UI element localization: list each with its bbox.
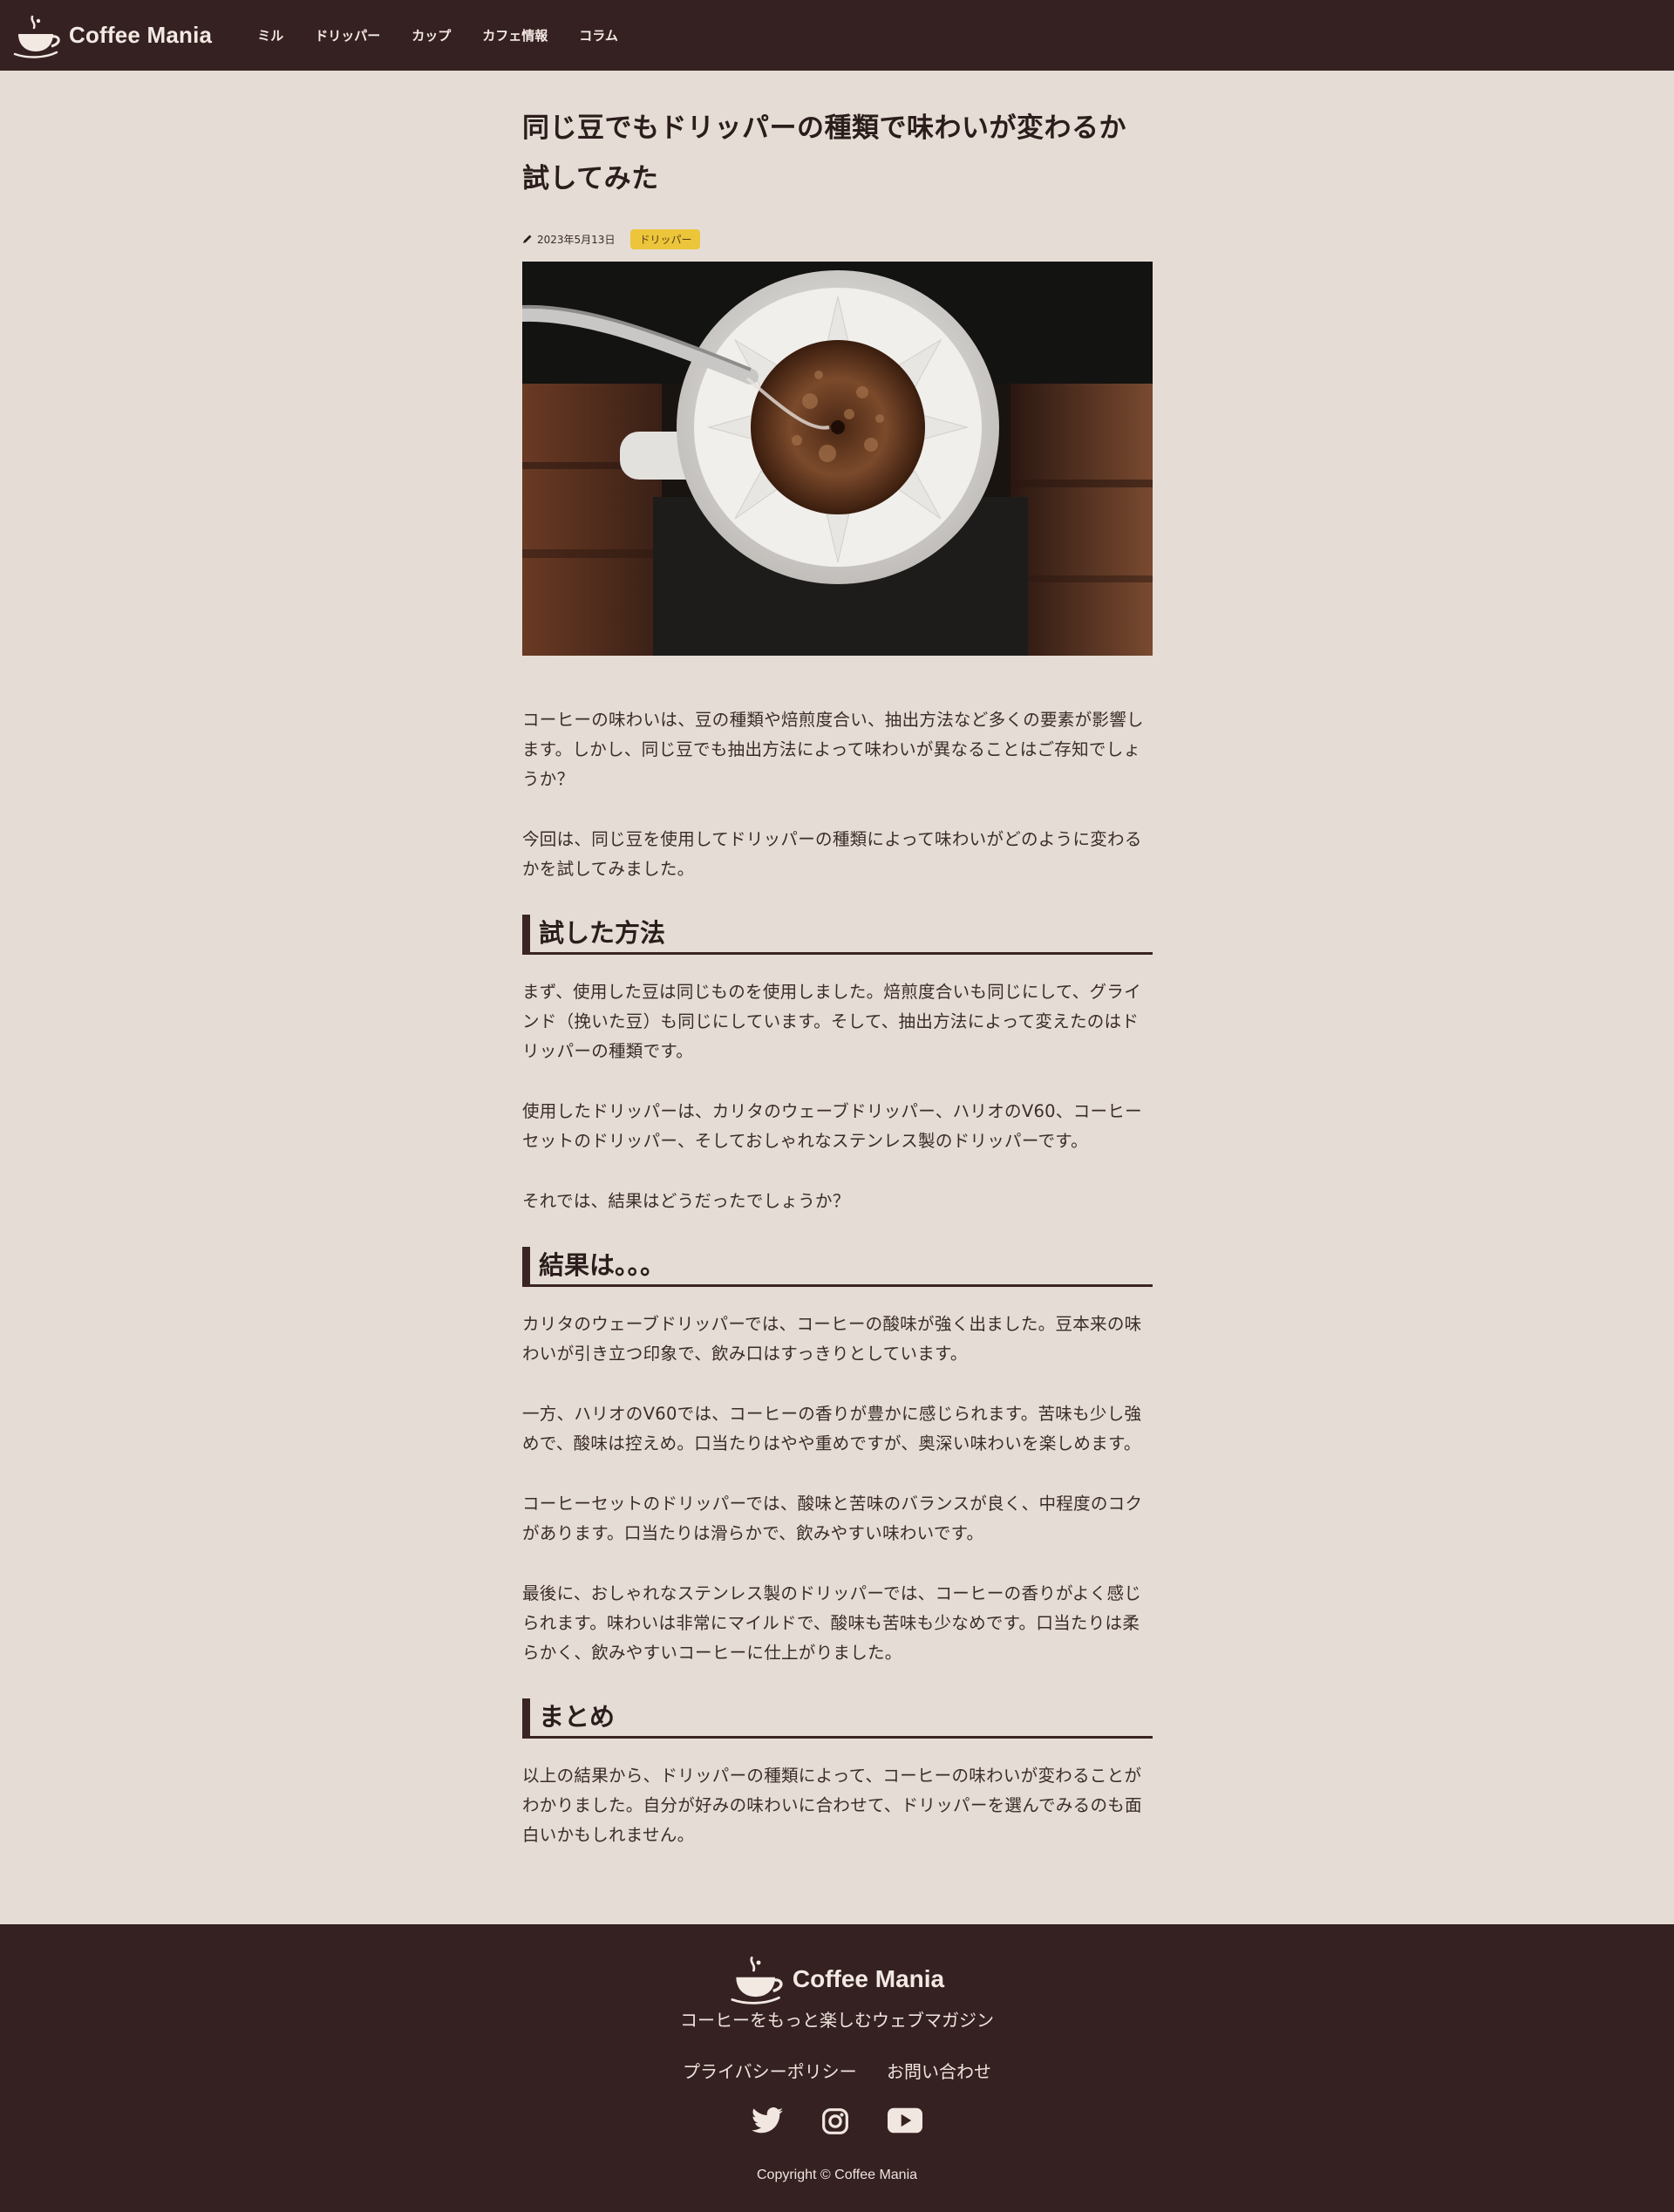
twitter-icon[interactable] (752, 2107, 783, 2139)
section-heading-summary: まとめ (522, 1698, 1153, 1739)
coffee-cup-logo-icon (13, 15, 60, 58)
article-title-line2: 試してみた (522, 163, 659, 194)
method-paragraph-3: それでは、結果はどうだったでしょうか？ (522, 1191, 850, 1211)
footer-links: プライバシーポリシー お問い合わせ (0, 2058, 1674, 2083)
footer-logo[interactable]: Coffee Mania (0, 1954, 1674, 2004)
results-paragraph-2: 一方、ハリオのV60では、コーヒーの香りが豊かに感じられます。苦味も少し強めで、… (522, 1404, 1142, 1453)
social-links (0, 2107, 1674, 2139)
section-heading-method: 試した方法 (522, 915, 1153, 955)
copyright-text: Copyright © Coffee Mania (756, 2168, 918, 2182)
contact-link[interactable]: お問い合わせ (887, 2061, 991, 2082)
nav-item-cup[interactable]: カップ (412, 26, 451, 44)
site-logo-text: Coffee Mania (69, 22, 213, 48)
pencil-icon (523, 235, 532, 243)
article-title: 同じ豆でもドリッパーの種類で味わいが変わるか 試してみた (522, 103, 1153, 204)
intro-paragraph-2: 今回は、同じ豆を使用してドリッパーの種類によって味わいがどのように変わるかを試し… (522, 829, 1142, 879)
footer-tagline: コーヒーをもっと楽しむウェブマガジン (680, 2010, 994, 2031)
nav-item-mill[interactable]: ミル (257, 26, 283, 44)
coffee-cup-logo-icon (731, 1957, 783, 2004)
nav-item-column[interactable]: コラム (579, 26, 618, 44)
category-tag[interactable]: ドリッパー (630, 228, 701, 249)
intro-paragraph-1: コーヒーの味わいは、豆の種類や焙煎度合い、抽出方法など多くの要素が影響します。し… (522, 710, 1144, 789)
youtube-icon[interactable] (888, 2107, 922, 2139)
article-date: 2023年5月13日 (537, 233, 616, 246)
summary-paragraph-1: 以上の結果から、ドリッパーの種類によって、コーヒーの味わいが変わることがわかりま… (522, 1766, 1142, 1845)
main-nav: ミル ドリッパー カップ カフェ情報 コラム (257, 26, 650, 44)
method-paragraph-1: まず、使用した豆は同じものを使用しました。焙煎度合いも同じにして、グラインド（挽… (522, 982, 1141, 1061)
section-heading-results: 結果は。。。 (522, 1247, 1153, 1287)
results-paragraph-4: 最後に、おしゃれなステンレス製のドリッパーでは、コーヒーの香りがよく感じられます… (522, 1583, 1142, 1663)
results-paragraph-1: カリタのウェーブドリッパーでは、コーヒーの酸味が強く出ました。豆本来の味わいが引… (522, 1314, 1142, 1364)
article-title-line1: 同じ豆でもドリッパーの種類で味わいが変わるか (522, 112, 1126, 144)
instagram-icon[interactable] (821, 2107, 849, 2139)
results-paragraph-3: コーヒーセットのドリッパーでは、酸味と苦味のバランスが良く、中程度のコクがありま… (522, 1494, 1143, 1543)
article: 同じ豆でもドリッパーの種類で味わいが変わるか 試してみた 2023年5月13日 … (522, 103, 1153, 1881)
site-logo[interactable]: Coffee Mania (13, 13, 212, 58)
article-body: コーヒーの味わいは、豆の種類や焙煎度合い、抽出方法など多くの要素が影響します。し… (522, 705, 1153, 1850)
nav-item-cafe-info[interactable]: カフェ情報 (482, 26, 548, 44)
method-paragraph-2: 使用したドリッパーは、カリタのウェーブドリッパー、ハリオのV60、コーヒーセット… (522, 1101, 1142, 1151)
site-header: Coffee Mania ミル ドリッパー カップ カフェ情報 コラム (0, 0, 1674, 71)
site-footer: Coffee Mania コーヒーをもっと楽しむウェブマガジン プライバシーポリ… (0, 1924, 1674, 2212)
footer-logo-text: Coffee Mania (792, 1965, 945, 1992)
privacy-policy-link[interactable]: プライバシーポリシー (683, 2061, 857, 2082)
nav-item-dripper[interactable]: ドリッパー (315, 26, 380, 44)
hero-image (522, 262, 1153, 656)
article-meta: 2023年5月13日 ドリッパー (522, 228, 1153, 249)
